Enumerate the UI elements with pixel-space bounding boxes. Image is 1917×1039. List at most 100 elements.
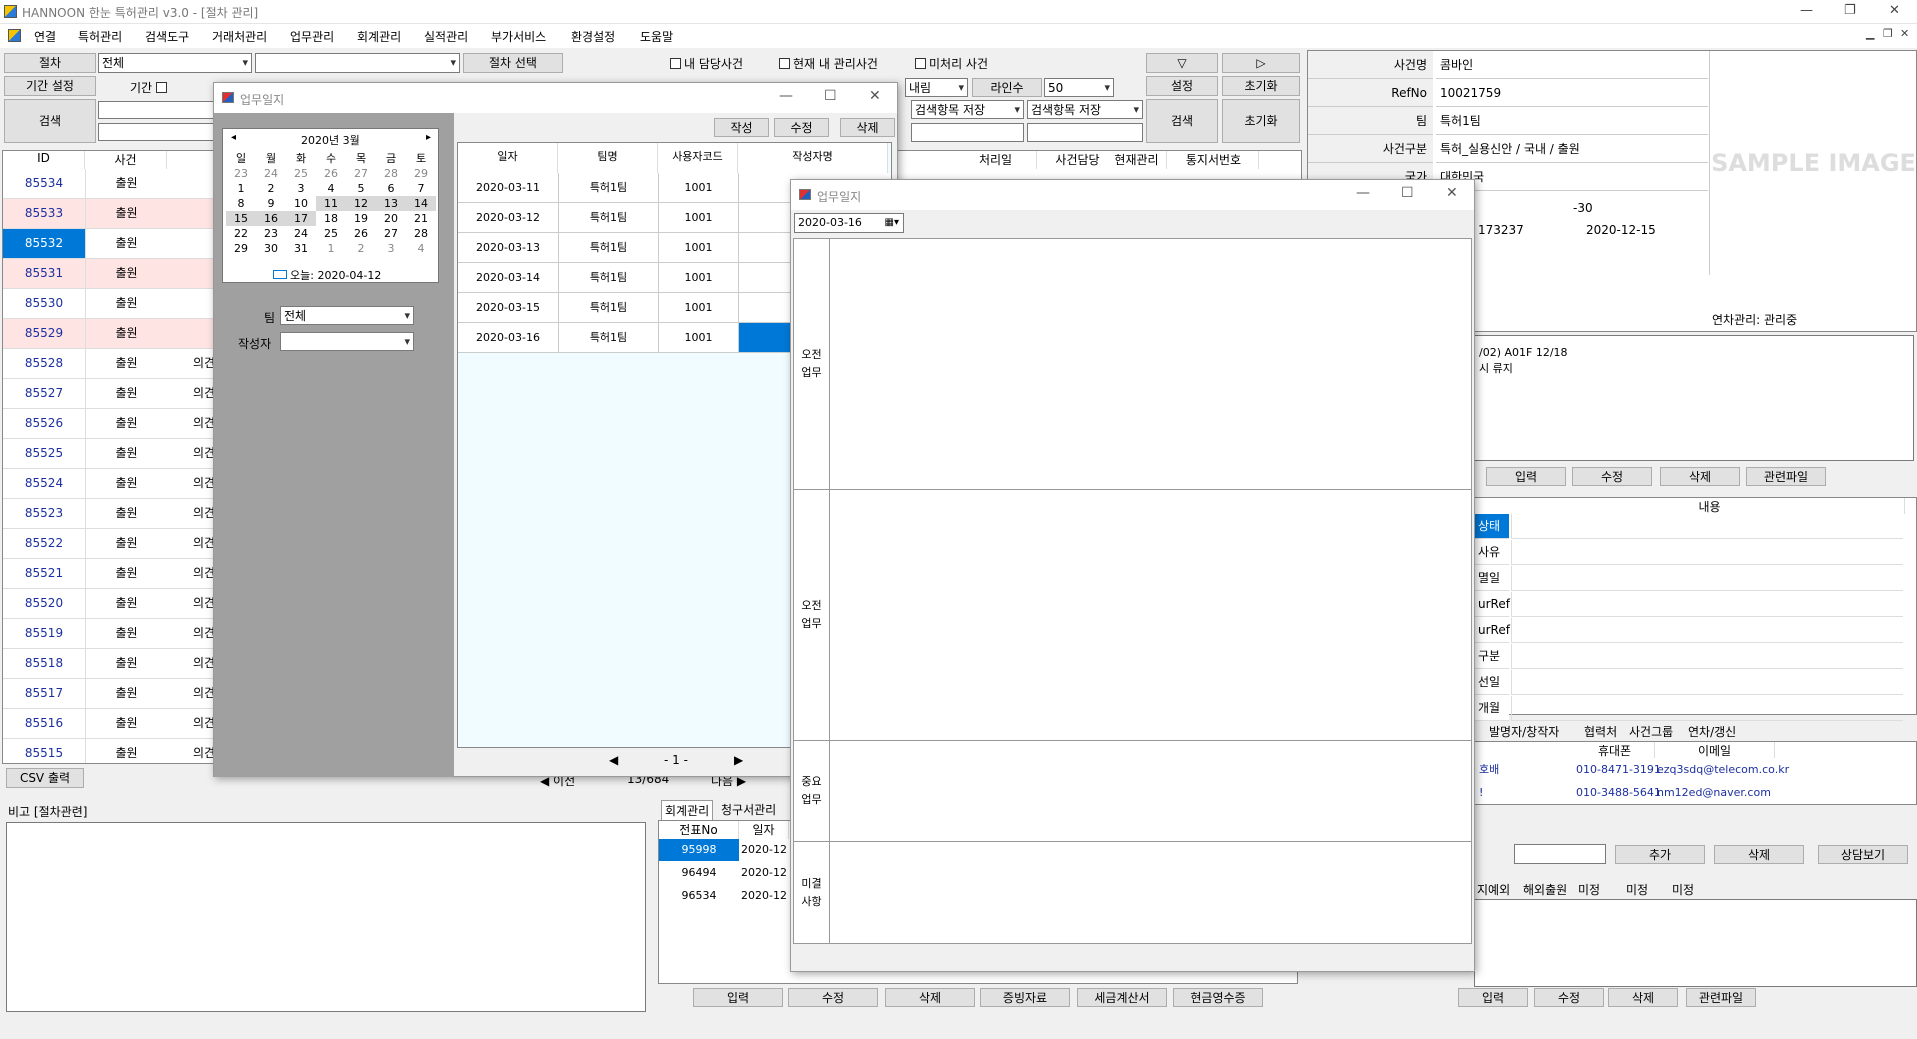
minimize-icon[interactable]: —	[779, 88, 793, 104]
contact-tab-0[interactable]: 발명자/창작자	[1489, 723, 1559, 740]
settings-button[interactable]: 설정	[1146, 76, 1218, 96]
case-id[interactable]: 85516	[3, 709, 85, 738]
cal-day[interactable]: 26	[316, 166, 346, 181]
case-id[interactable]: 85520	[3, 589, 85, 618]
worklog1-button-2[interactable]: 삭제	[840, 118, 895, 137]
right-top-button-0[interactable]: 입력	[1486, 467, 1566, 486]
wl1-col-header[interactable]: 사용자코드	[658, 143, 738, 173]
col-header-email[interactable]: 이메일	[1655, 742, 1775, 758]
contact-tab-3[interactable]: 연차/갱신	[1688, 723, 1736, 740]
search-button[interactable]: 검색	[1146, 99, 1218, 143]
contact-email[interactable]: nm12ed@naver.com	[1657, 782, 1771, 804]
right-bottom-button-2[interactable]: 삭제	[1608, 988, 1678, 1007]
case-id[interactable]: 85527	[3, 379, 85, 408]
search-input-4[interactable]	[1027, 123, 1143, 142]
procedure-sub-select[interactable]	[255, 53, 460, 73]
cal-day[interactable]: 5	[346, 181, 376, 196]
select-procedure-button[interactable]: 절차 선택	[463, 53, 563, 73]
cal-day[interactable]: 20	[376, 211, 406, 226]
cal-day[interactable]: 9	[256, 196, 286, 211]
calendar[interactable]: ◂ 2020년 3월 ▸ 일 월 화 수 목 금 토 23 24 25 26 27 28 29 1 2 3 4 5 6…	[222, 128, 439, 283]
cal-day[interactable]: 25	[286, 166, 316, 181]
contact-button-0[interactable]: 추가	[1615, 845, 1705, 864]
content-row-value[interactable]	[1511, 540, 1903, 565]
minimize-icon[interactable]: —	[1800, 3, 1813, 18]
maximize-icon[interactable]: ☐	[824, 88, 837, 104]
tab-accounting[interactable]: 회계관리	[661, 800, 714, 821]
menu-item-3[interactable]: 거래처관리	[212, 28, 267, 45]
case-id[interactable]: 85523	[3, 499, 85, 528]
case-id[interactable]: 85533	[3, 199, 85, 228]
section-textarea[interactable]	[831, 741, 1471, 841]
case-id[interactable]: 85515	[3, 739, 85, 763]
content-row-label[interactable]: 멸일	[1475, 566, 1509, 591]
cal-next-icon[interactable]: ▸	[426, 132, 431, 143]
col-header-id[interactable]: ID	[3, 151, 85, 169]
accounting-button-3[interactable]: 증빙자료	[980, 988, 1070, 1007]
cal-day[interactable]: 29	[406, 166, 436, 181]
author-select[interactable]	[280, 332, 414, 351]
arrow-right-button[interactable]: ▷	[1222, 53, 1300, 73]
case-id[interactable]: 85522	[3, 529, 85, 558]
contact-input[interactable]	[1514, 844, 1606, 864]
notes-box[interactable]: /02) A01F 12/18 시 류지	[1474, 335, 1914, 461]
cal-day[interactable]: 7	[406, 181, 436, 196]
menu-item-6[interactable]: 실적관리	[424, 28, 468, 45]
content-row-value[interactable]	[1511, 566, 1903, 591]
contact-name[interactable]: !	[1479, 782, 1483, 804]
case-id[interactable]: 85534	[3, 169, 85, 198]
content-row-value[interactable]	[1511, 670, 1903, 695]
bottom-tab-1[interactable]: 해외출원	[1523, 881, 1567, 898]
cal-day[interactable]: 15	[226, 211, 256, 226]
col-header-current[interactable]: 현재관리	[1107, 151, 1167, 169]
cal-day[interactable]: 29	[226, 241, 256, 256]
case-id[interactable]: 85526	[3, 409, 85, 438]
content-row-label[interactable]: urRef	[1475, 592, 1510, 617]
cal-day[interactable]: 30	[256, 241, 286, 256]
cal-day[interactable]: 27	[376, 226, 406, 241]
accounting-button-0[interactable]: 입력	[693, 988, 783, 1007]
case-id[interactable]: 85517	[3, 679, 85, 708]
content-row-value[interactable]	[1511, 514, 1903, 539]
col-header-case[interactable]: 사건	[85, 151, 167, 169]
wl1-col-header[interactable]: 팀명	[558, 143, 658, 173]
cal-day[interactable]: 31	[286, 241, 316, 256]
voucher-no[interactable]: 95998	[659, 839, 739, 861]
cal-prev-icon[interactable]: ◂	[231, 132, 236, 143]
cal-day[interactable]: 24	[256, 166, 286, 181]
case-id[interactable]: 85524	[3, 469, 85, 498]
cal-day[interactable]: 22	[226, 226, 256, 241]
my-case-checkbox[interactable]: 내 담당사건	[670, 55, 743, 72]
cal-day[interactable]: 1	[226, 181, 256, 196]
wl1-col-header[interactable]: 일자	[458, 143, 558, 173]
close-icon[interactable]: ✕	[1446, 185, 1458, 201]
close-icon[interactable]: ✕	[1889, 3, 1900, 18]
content-row-value[interactable]	[1511, 592, 1903, 617]
col-header-voucher[interactable]: 전표No	[659, 821, 739, 839]
cal-day[interactable]: 3	[286, 181, 316, 196]
menu-item-0[interactable]: 연결	[34, 28, 56, 45]
right-bottom-button-0[interactable]: 입력	[1458, 988, 1528, 1007]
case-id[interactable]: 85529	[3, 319, 85, 348]
menu-item-5[interactable]: 회계관리	[357, 28, 401, 45]
contact-phone[interactable]: 010-8471-3191	[1576, 759, 1661, 781]
menu-item-8[interactable]: 환경설정	[571, 28, 615, 45]
cal-day[interactable]: 23	[256, 226, 286, 241]
bottom-tab-2[interactable]: 미정	[1578, 881, 1600, 898]
case-id[interactable]: 85530	[3, 289, 85, 318]
bottom-tab-3[interactable]: 미정	[1626, 881, 1648, 898]
col-header-phone[interactable]: 휴대폰	[1575, 742, 1655, 758]
cal-day[interactable]: 26	[346, 226, 376, 241]
contact-tab-1[interactable]: 협력처	[1584, 723, 1617, 740]
col-header-content[interactable]: 내용	[1515, 498, 1905, 514]
arrow-down-button[interactable]: ▽	[1146, 53, 1218, 73]
maximize-icon[interactable]: ☐	[1401, 185, 1414, 201]
case-id[interactable]: 85518	[3, 649, 85, 678]
menu-item-7[interactable]: 부가서비스	[491, 28, 546, 45]
right-bottom-button-1[interactable]: 수정	[1534, 988, 1604, 1007]
case-id[interactable]: 85525	[3, 439, 85, 468]
case-id[interactable]: 85519	[3, 619, 85, 648]
save-search-select-2[interactable]: 검색항목 저장	[1027, 100, 1143, 119]
contact-phone[interactable]: 010-3488-5641	[1576, 782, 1661, 804]
right-top-button-2[interactable]: 삭제	[1660, 467, 1740, 486]
